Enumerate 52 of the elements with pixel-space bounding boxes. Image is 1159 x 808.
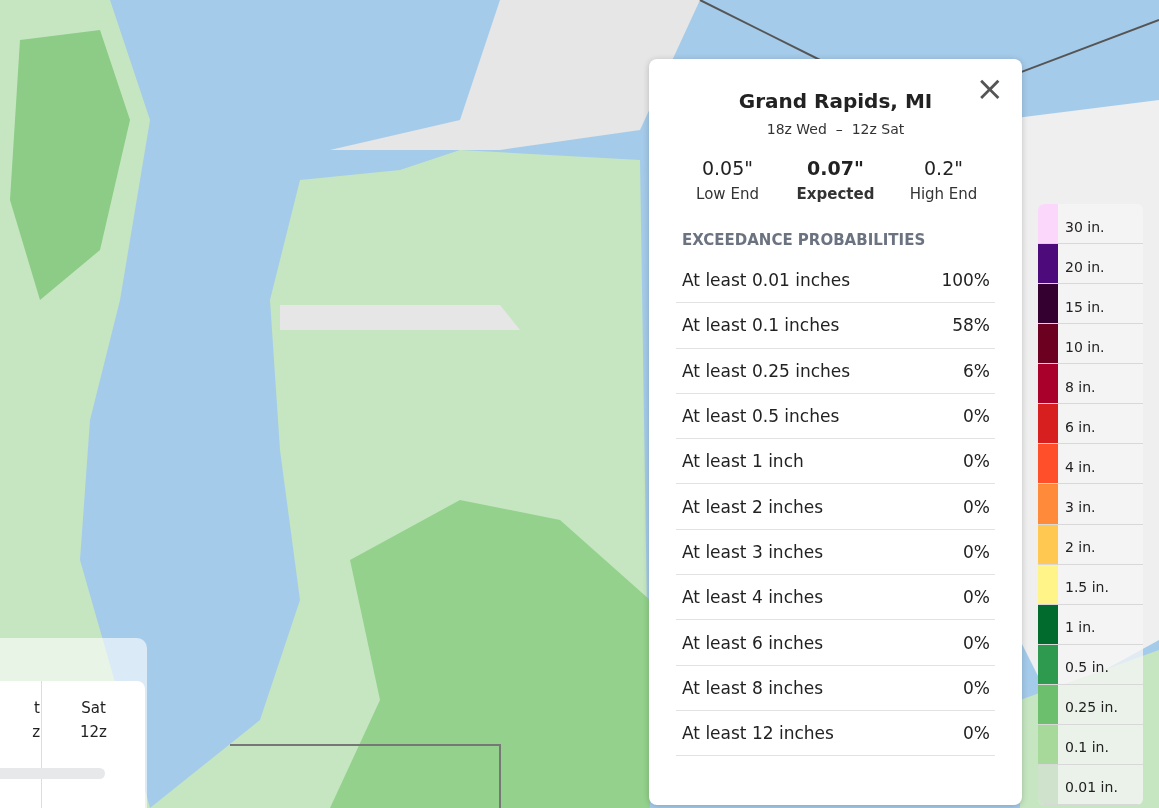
- stat-value: 0.05": [701, 157, 753, 179]
- probability-label: At least 0.1 inches: [682, 315, 840, 336]
- probability-label: At least 0.25 inches: [682, 360, 851, 381]
- stat-label: Low End: [696, 185, 759, 203]
- stat-value: 0.07": [807, 157, 864, 179]
- probability-value: 0%: [963, 541, 990, 562]
- probability-value: 0%: [963, 677, 990, 698]
- probability-label: At least 0.01 inches: [682, 270, 851, 291]
- probability-label: At least 2 inches: [682, 496, 824, 517]
- legend-label: 10 in.: [1065, 337, 1105, 355]
- legend-label: 0.5 in.: [1065, 658, 1109, 676]
- probability-label: At least 3 inches: [682, 541, 824, 562]
- section-heading: EXCEEDANCE PROBABILITIES: [681, 231, 927, 249]
- probability-value: 0%: [963, 451, 990, 472]
- legend-label: 4 in.: [1065, 457, 1096, 475]
- timeline-track[interactable]: [0, 768, 105, 779]
- probability-value: 0%: [963, 723, 990, 744]
- legend-label: 15 in.: [1065, 297, 1105, 315]
- stat-value: 0.2": [924, 157, 963, 179]
- legend-label: 0.25 in.: [1065, 698, 1118, 716]
- probability-value: 0%: [963, 496, 990, 517]
- legend-label: 0.01 in.: [1065, 778, 1118, 796]
- legend-label: 30 in.: [1065, 217, 1105, 235]
- legend-label: 2 in.: [1065, 538, 1096, 556]
- probability-label: At least 0.5 inches: [682, 406, 840, 427]
- legend-label: 1 in.: [1065, 618, 1096, 636]
- hour-label: z: [32, 723, 40, 741]
- day-label: Sat: [81, 699, 106, 717]
- stat-label: Expected: [796, 185, 875, 203]
- close-button[interactable]: ×: [971, 71, 1008, 105]
- legend-label: 8 in.: [1065, 377, 1096, 395]
- probability-label: At least 6 inches: [682, 632, 824, 653]
- probability-value: 0%: [963, 406, 990, 427]
- hour-label: 12z: [80, 723, 107, 741]
- day-label: t: [34, 699, 40, 717]
- legend-label: 3 in.: [1065, 497, 1096, 515]
- probability-value: 100%: [941, 270, 990, 291]
- probability-value: 58%: [952, 315, 990, 336]
- probability-label: At least 12 inches: [682, 723, 834, 744]
- location-title: Grand Rapids, MI: [738, 89, 933, 113]
- legend-label: 20 in.: [1065, 257, 1105, 275]
- probability-label: At least 4 inches: [682, 587, 824, 608]
- probability-value: 0%: [963, 632, 990, 653]
- probability-label: At least 1 inch: [682, 451, 804, 472]
- stat-label: High End: [909, 185, 978, 203]
- probability-value: 0%: [963, 587, 990, 608]
- probability-value: 6%: [963, 360, 990, 381]
- legend-label: 0.1 in.: [1065, 738, 1109, 756]
- probability-label: At least 8 inches: [682, 677, 824, 698]
- legend-label: 1.5 in.: [1065, 578, 1109, 596]
- time-range: 18z Wed – 12z Sat: [766, 121, 905, 137]
- legend-label: 6 in.: [1065, 417, 1096, 435]
